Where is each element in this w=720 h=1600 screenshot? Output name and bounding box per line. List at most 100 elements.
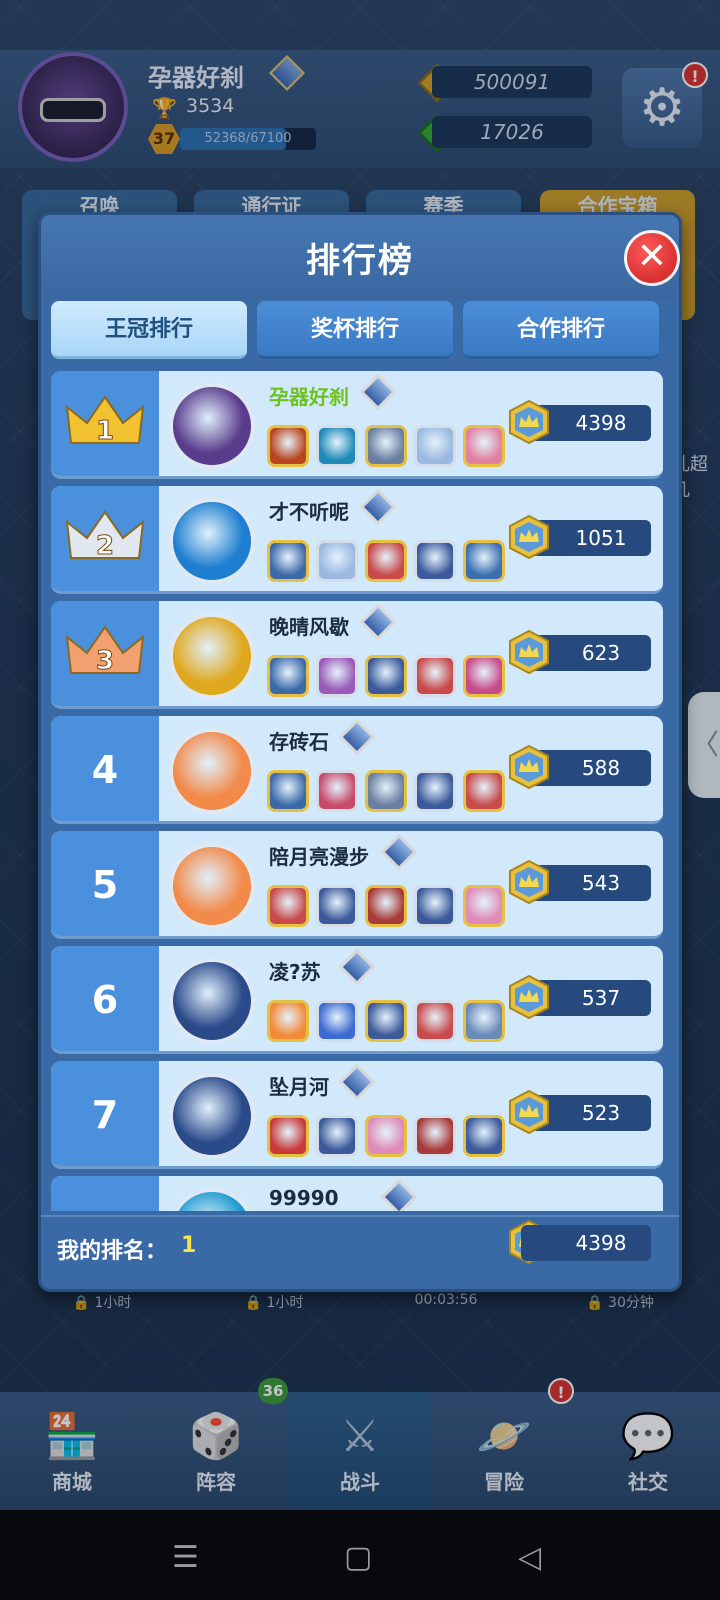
player-name: 孕器好刹 (269, 385, 349, 409)
unit-card-icon (316, 540, 358, 582)
avatar[interactable] (169, 613, 255, 699)
player-name: 晚晴风歇 (269, 615, 349, 639)
player-name: 存砖石 (269, 730, 329, 754)
unit-card-icon (463, 1000, 505, 1042)
unit-card-icon (414, 655, 456, 697)
tier-badge-icon (338, 718, 376, 756)
tab-trophy-ranking[interactable]: 奖杯排行 (257, 301, 453, 359)
unit-card-icon (463, 655, 505, 697)
crown-score-icon (509, 974, 549, 1020)
unit-card-icon (316, 885, 358, 927)
unit-card-icon (267, 770, 309, 812)
leaderboard-row[interactable]: 7 坠月河 523 (51, 1061, 663, 1169)
unit-card-icon (463, 885, 505, 927)
crown-score-icon (509, 629, 549, 675)
unit-card-icon (365, 540, 407, 582)
unit-card-icon (463, 770, 505, 812)
unit-card-icon (316, 425, 358, 467)
avatar[interactable] (169, 728, 255, 814)
leaderboard-modal: 排行榜 ✕ 王冠排行 奖杯排行 合作排行 1 孕器好刹 4398 2 才不听呢 1051 3… (38, 212, 682, 1292)
rank-number: 2 (96, 531, 114, 561)
rank-cell: 7 (51, 1061, 159, 1166)
leaderboard-row[interactable]: 3 晚晴风歇 623 (51, 601, 663, 709)
unit-card-icon (267, 1000, 309, 1042)
rank-number: 8 (51, 1176, 159, 1211)
avatar[interactable] (169, 958, 255, 1044)
rank-number: 1 (96, 416, 114, 446)
unit-card-icon (414, 885, 456, 927)
close-icon: ✕ (636, 236, 668, 277)
unit-card-icon (414, 1000, 456, 1042)
unit-card-icon (267, 1115, 309, 1157)
player-name: 99990 (269, 1186, 339, 1210)
crown-icon: 3 (65, 625, 145, 677)
modal-title: 排行榜 (306, 241, 414, 281)
close-button[interactable]: ✕ (624, 230, 680, 286)
tier-badge-icon (380, 1178, 418, 1211)
avatar[interactable] (169, 843, 255, 929)
avatar[interactable] (169, 498, 255, 584)
crown-score-icon (509, 514, 549, 560)
unit-card-icon (365, 1115, 407, 1157)
rank-number: 4 (91, 748, 119, 792)
player-name: 才不听呢 (269, 500, 349, 524)
unit-card-icon (365, 425, 407, 467)
unit-card-icon (267, 540, 309, 582)
crown-icon: 1 (65, 395, 145, 447)
leaderboard-row[interactable]: 1 孕器好刹 4398 (51, 371, 663, 479)
crown-score-icon (509, 1089, 549, 1135)
rank-cell: 6 (51, 946, 159, 1051)
rank-cell: 4 (51, 716, 159, 821)
unit-card-icon (414, 1115, 456, 1157)
unit-card-icon (463, 425, 505, 467)
tier-badge-icon (359, 603, 397, 641)
unit-card-icon (267, 885, 309, 927)
my-rank-footer: 我的排名： 1 4398 (41, 1215, 679, 1291)
crown-score-icon (509, 399, 549, 445)
leaderboard-row[interactable]: 5 陪月亮漫步 543 (51, 831, 663, 939)
unit-card-icon (463, 540, 505, 582)
rank-cell: 2 (51, 486, 159, 591)
tier-badge-icon (338, 1063, 376, 1101)
rank-number: 5 (91, 863, 119, 907)
rank-cell: 8 (51, 1176, 159, 1211)
avatar[interactable] (169, 383, 255, 469)
unit-card-icon (316, 655, 358, 697)
tier-badge-icon (338, 948, 376, 986)
unit-card-icon (365, 885, 407, 927)
leaderboard-row[interactable]: 2 才不听呢 1051 (51, 486, 663, 594)
unit-card-icon (316, 1115, 358, 1157)
tab-coop-ranking[interactable]: 合作排行 (463, 301, 659, 359)
rank-cell: 5 (51, 831, 159, 936)
leaderboard-row[interactable]: 8 99990 (51, 1176, 663, 1211)
rank-number: 7 (91, 1093, 119, 1137)
unit-card-icon (316, 1000, 358, 1042)
player-name: 陪月亮漫步 (269, 845, 369, 869)
rank-number: 3 (96, 646, 114, 676)
unit-card-icon (267, 425, 309, 467)
player-name: 凌?苏 (269, 960, 321, 984)
player-name: 坠月河 (269, 1075, 329, 1099)
tier-badge-icon (359, 373, 397, 411)
unit-card-icon (267, 655, 309, 697)
crown-icon: 2 (65, 510, 145, 562)
avatar[interactable] (169, 1073, 255, 1159)
tier-badge-icon (380, 833, 418, 871)
leaderboard-row[interactable]: 4 存砖石 588 (51, 716, 663, 824)
unit-card-icon (463, 1115, 505, 1157)
unit-card-icon (414, 540, 456, 582)
tier-badge-icon (359, 488, 397, 526)
unit-card-icon (365, 655, 407, 697)
leaderboard-row[interactable]: 6 凌?苏 537 (51, 946, 663, 1054)
rank-cell: 3 (51, 601, 159, 706)
unit-card-icon (414, 425, 456, 467)
unit-card-icon (365, 1000, 407, 1042)
crown-score-icon (509, 744, 549, 790)
my-score: 4398 (521, 1225, 651, 1261)
rank-cell: 1 (51, 371, 159, 476)
leaderboard-list[interactable]: 1 孕器好刹 4398 2 才不听呢 1051 3 晚晴风歇 623 4 存砖石 588 5 陪月亮漫步 5… (51, 371, 663, 1211)
rank-number: 6 (91, 978, 119, 1022)
tab-crown-ranking[interactable]: 王冠排行 (51, 301, 247, 359)
avatar[interactable] (169, 1188, 255, 1211)
unit-card-icon (414, 770, 456, 812)
